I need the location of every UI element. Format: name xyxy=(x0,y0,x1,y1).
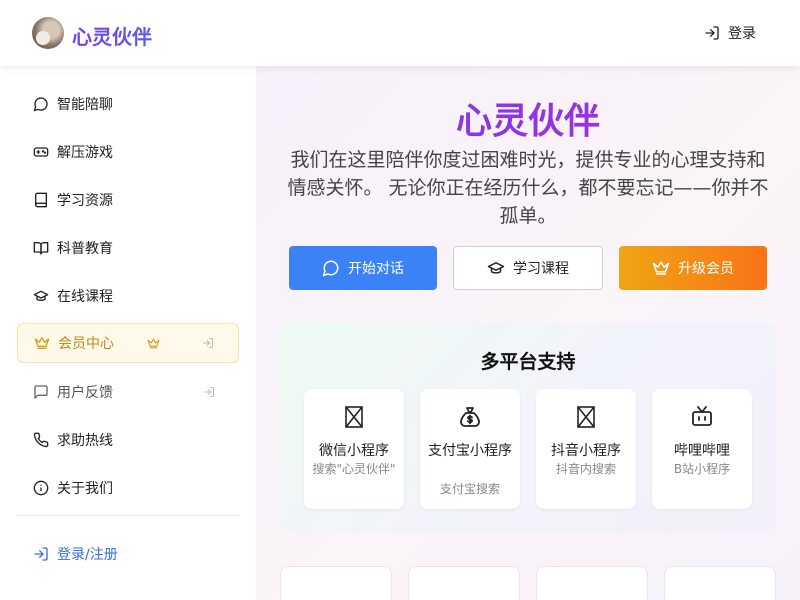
log-in-icon xyxy=(203,338,213,348)
sidebar-item-label: 关于我们 xyxy=(57,481,113,497)
crown-badge-icon xyxy=(147,338,160,348)
sidebar-divider xyxy=(17,515,239,516)
sidebar-item-label: 求助热线 xyxy=(57,433,113,449)
chat-bubble-icon xyxy=(33,97,48,112)
sidebar-item-label: 学习资源 xyxy=(57,193,113,209)
sidebar-item-membership[interactable]: 会员中心 xyxy=(17,323,239,363)
platform-name: 微信小程序 xyxy=(319,443,389,459)
sidebar-item-label: 解压游戏 xyxy=(57,145,113,161)
tv-icon xyxy=(692,406,712,426)
brand-name[interactable]: 心灵伙伴 xyxy=(72,21,152,50)
log-in-icon xyxy=(204,387,214,397)
upgrade-vip-button[interactable]: 升级会员 xyxy=(619,246,767,290)
platform-title: 多平台支持 xyxy=(480,351,576,373)
book-icon xyxy=(35,192,47,208)
top-header: 心灵伙伴 登录 xyxy=(0,0,800,66)
sidebar-item-smart-chat[interactable]: 智能陪聊 xyxy=(17,84,239,124)
platform-card-bilibili[interactable]: 哔哩哔哩 B站小程序 xyxy=(652,389,752,509)
platform-name: 抖音小程序 xyxy=(551,443,621,459)
platform-sub: 搜索"心灵伙伴" xyxy=(312,462,396,476)
hero-description: 我们在这里陪伴你度过困难时光，提供专业的心理支持和情感关怀。 无论你正在经历什么… xyxy=(287,149,769,227)
sidebar-login-register-button[interactable]: 登录/注册 xyxy=(33,544,118,564)
sidebar-item-games[interactable]: 解压游戏 xyxy=(17,132,239,172)
sidebar-item-label: 在线课程 xyxy=(57,289,113,305)
image-placeholder-icon xyxy=(577,406,595,428)
upgrade-vip-label: 升级会员 xyxy=(678,261,734,277)
crown-icon xyxy=(34,337,50,349)
log-in-icon xyxy=(34,547,48,561)
main-content: 心灵伙伴 我们在这里陪伴你度过困难时光，提供专业的心理支持和情感关怀。 无论你正… xyxy=(256,66,800,600)
image-placeholder-icon xyxy=(345,406,363,428)
open-book-icon xyxy=(33,242,49,255)
platform-name: 支付宝小程序 xyxy=(428,443,512,459)
sidebar-item-label: 会员中心 xyxy=(58,336,114,352)
graduation-cap-icon xyxy=(33,290,49,301)
sidebar-item-label: 科普教育 xyxy=(57,241,113,257)
stat-card xyxy=(280,566,392,600)
sidebar-item-label: 用户反馈 xyxy=(57,385,113,401)
start-chat-button[interactable]: 开始对话 xyxy=(289,246,437,290)
sidebar-item-education[interactable]: 科普教育 xyxy=(17,228,239,268)
platform-sub: 抖音内搜索 xyxy=(555,462,616,476)
platform-sub: 支付宝搜索 xyxy=(439,482,500,496)
start-chat-label: 开始对话 xyxy=(348,261,404,277)
sidebar-item-label: 智能陪聊 xyxy=(57,97,113,113)
sidebar-item-about[interactable]: 关于我们 xyxy=(17,468,239,508)
hero-title: 心灵伙伴 xyxy=(256,92,800,144)
chat-bubble-icon xyxy=(322,260,339,277)
sidebar-item-courses[interactable]: 在线课程 xyxy=(17,276,239,316)
crown-icon xyxy=(652,261,670,275)
money-bag-icon xyxy=(460,407,480,427)
stat-card xyxy=(664,566,776,600)
stat-card xyxy=(408,566,520,600)
info-icon xyxy=(33,480,49,496)
login-label: 登录 xyxy=(728,26,756,42)
sidebar-item-feedback[interactable]: 用户反馈 xyxy=(17,372,239,412)
avatar xyxy=(32,17,64,49)
gamepad-icon xyxy=(33,147,49,157)
platform-card-douyin[interactable]: 抖音小程序 抖音内搜索 xyxy=(536,389,636,509)
sidebar: 智能陪聊 解压游戏 学习资源 科普教育 在线课程 会员中心 用户反馈 求助热线 … xyxy=(0,66,256,600)
platform-name: 哔哩哔哩 xyxy=(674,443,730,459)
platform-card-wechat[interactable]: 微信小程序 搜索"心灵伙伴" xyxy=(304,389,404,509)
message-square-icon xyxy=(34,385,48,399)
graduation-cap-icon xyxy=(487,262,505,274)
phone-icon xyxy=(33,432,49,448)
stat-card xyxy=(536,566,648,600)
log-in-icon xyxy=(705,26,719,40)
login-button[interactable]: 登录 xyxy=(704,23,756,43)
study-course-button[interactable]: 学习课程 xyxy=(453,246,603,290)
platform-sub: B站小程序 xyxy=(673,462,731,476)
sidebar-item-resources[interactable]: 学习资源 xyxy=(17,180,239,220)
study-course-label: 学习课程 xyxy=(513,261,569,277)
platform-support-panel: 多平台支持 微信小程序 搜索"心灵伙伴" 支付宝小程序 支付宝搜索 抖音小程序 … xyxy=(280,323,776,533)
sidebar-item-hotline[interactable]: 求助热线 xyxy=(17,420,239,460)
platform-card-alipay[interactable]: 支付宝小程序 支付宝搜索 xyxy=(420,389,520,509)
login-register-label: 登录/注册 xyxy=(57,547,118,563)
